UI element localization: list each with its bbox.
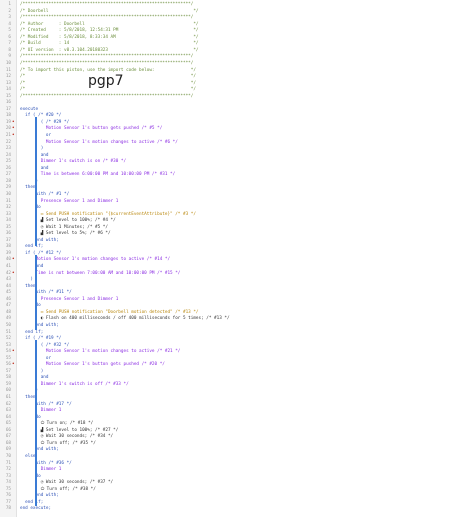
line-number: 5 [8,28,11,34]
code-line: 30 with /* #1 */ [0,192,474,199]
code-line: 5 /* Created : 5/8/2018, 12:54:31 PM */ [0,28,474,35]
code-text: /* Created : 5/8/2018, 12:54:31 PM */ [20,28,199,34]
code-line: 70 else [0,454,474,461]
piston-viewer: 1/**************************************… [0,0,474,517]
code-text: end execute; [20,506,52,512]
line-number: 50 [5,322,11,328]
code-line: 40 • Motion Sensor 1's motion changes to … [0,257,474,264]
import-code: pgp7 [88,73,124,89]
line-number: 45 [5,290,11,296]
code-text: /***************************************… [20,60,194,66]
code-line: 75 ⏻ Turn off; /* #38 */ [0,487,474,494]
code-text: Motion Sensor 1's motion changes to acti… [20,257,171,263]
line-number: 40 [5,257,11,263]
line-number: 65 [5,421,11,427]
line-number: 10 [5,60,11,66]
code-text: with /* #1 */ [20,191,70,197]
code-line: 45 with /* #11 */ [0,290,474,297]
code-line: 65 ⏻ Turn on; /* #18 */ [0,421,474,428]
code-text: /***************************************… [20,93,194,99]
line-number: 60 [5,388,11,394]
condition-marker: • [12,126,15,132]
code-line: 20 • Motion Sensor 1's button gets pushed… [0,126,474,133]
code-line: 78 end execute; [0,506,474,513]
code-text: else [20,453,36,459]
if-block-bar [35,117,37,246]
line-number: 78 [5,506,11,512]
code-line: 10 /*************************************… [0,61,474,68]
code-line: 15/*************************************… [0,94,474,101]
if-block-bar [35,255,37,330]
condition-marker: • [12,257,15,263]
if-block-bar [35,340,37,506]
line-number: 20 [5,126,11,132]
code-text: ⏻ Turn on; /* #18 */ [20,421,94,427]
line-number: 30 [5,191,11,197]
code-line: 60 ) [0,388,474,395]
code-line: 50 end with; [0,323,474,330]
code-text: end with; [20,322,59,328]
code-text: Motion Sensor 1's button gets pushed /* … [20,126,163,132]
line-number: 25 [5,159,11,165]
code-line: 25 Dimmer 1's switch is on /* #30 */ [0,159,474,166]
code-text: with /* #11 */ [20,290,72,296]
line-number: 70 [5,453,11,459]
